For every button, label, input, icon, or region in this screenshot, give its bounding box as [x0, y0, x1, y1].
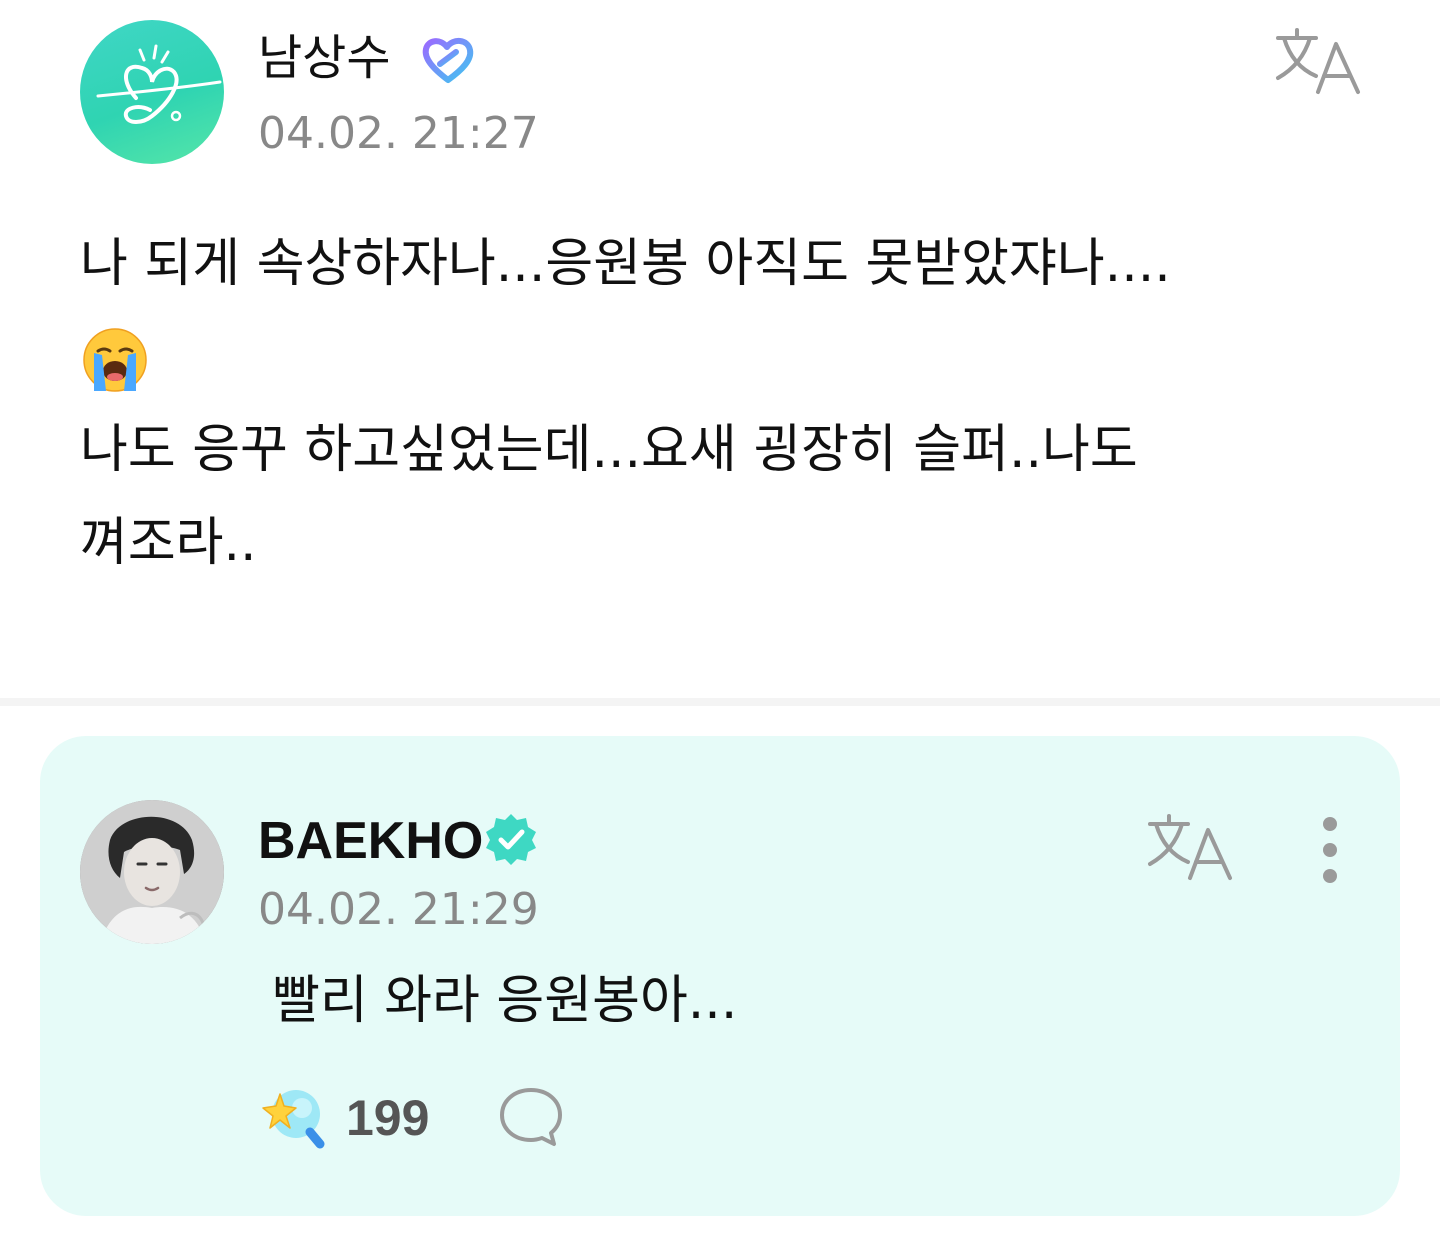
reply-author-avatar[interactable]	[80, 800, 224, 944]
reply-author-name[interactable]: BAEKHO	[258, 810, 483, 872]
verified-badge-icon	[486, 814, 536, 865]
post: 남상수 04.02. 21:27 나 되게 속상하자나...응원봉 아직도 못받…	[0, 0, 1440, 698]
reply-body: 빨리 와라 응원봉아...	[272, 971, 738, 1031]
avatar-doodle-icon	[96, 44, 222, 124]
post-timestamp: 04.02. 21:27	[258, 108, 539, 159]
section-divider	[0, 698, 1440, 706]
post-body-line: 껴조라..	[80, 513, 257, 573]
author-avatar[interactable]	[80, 20, 224, 164]
post-body-emoji-line	[80, 311, 1380, 404]
post-body-line: 나도 응꾸 하고싶었는데...요새 굉장히 슬퍼..나도	[80, 420, 1138, 480]
cheer-count: 199	[346, 1090, 430, 1146]
post-body: 나 되게 속상하자나...응원봉 아직도 못받았쟈나.... 나도 응꾸 하고싶…	[80, 218, 1380, 590]
reply-translate-icon[interactable]	[1146, 812, 1234, 882]
loudly-crying-face-emoji	[83, 328, 147, 392]
cheer-stick-icon[interactable]	[258, 1086, 330, 1150]
author-name[interactable]: 남상수	[258, 28, 390, 88]
post-body-line: 나 되게 속상하자나...응원봉 아직도 못받았쟈나....	[80, 234, 1171, 294]
more-vertical-icon[interactable]	[1310, 816, 1350, 884]
fan-heart-badge-icon	[422, 38, 474, 83]
comment-bubble-icon[interactable]	[498, 1086, 564, 1148]
portrait-photo	[80, 800, 224, 944]
reply-timestamp: 04.02. 21:29	[258, 884, 539, 935]
translate-icon[interactable]	[1274, 26, 1362, 96]
